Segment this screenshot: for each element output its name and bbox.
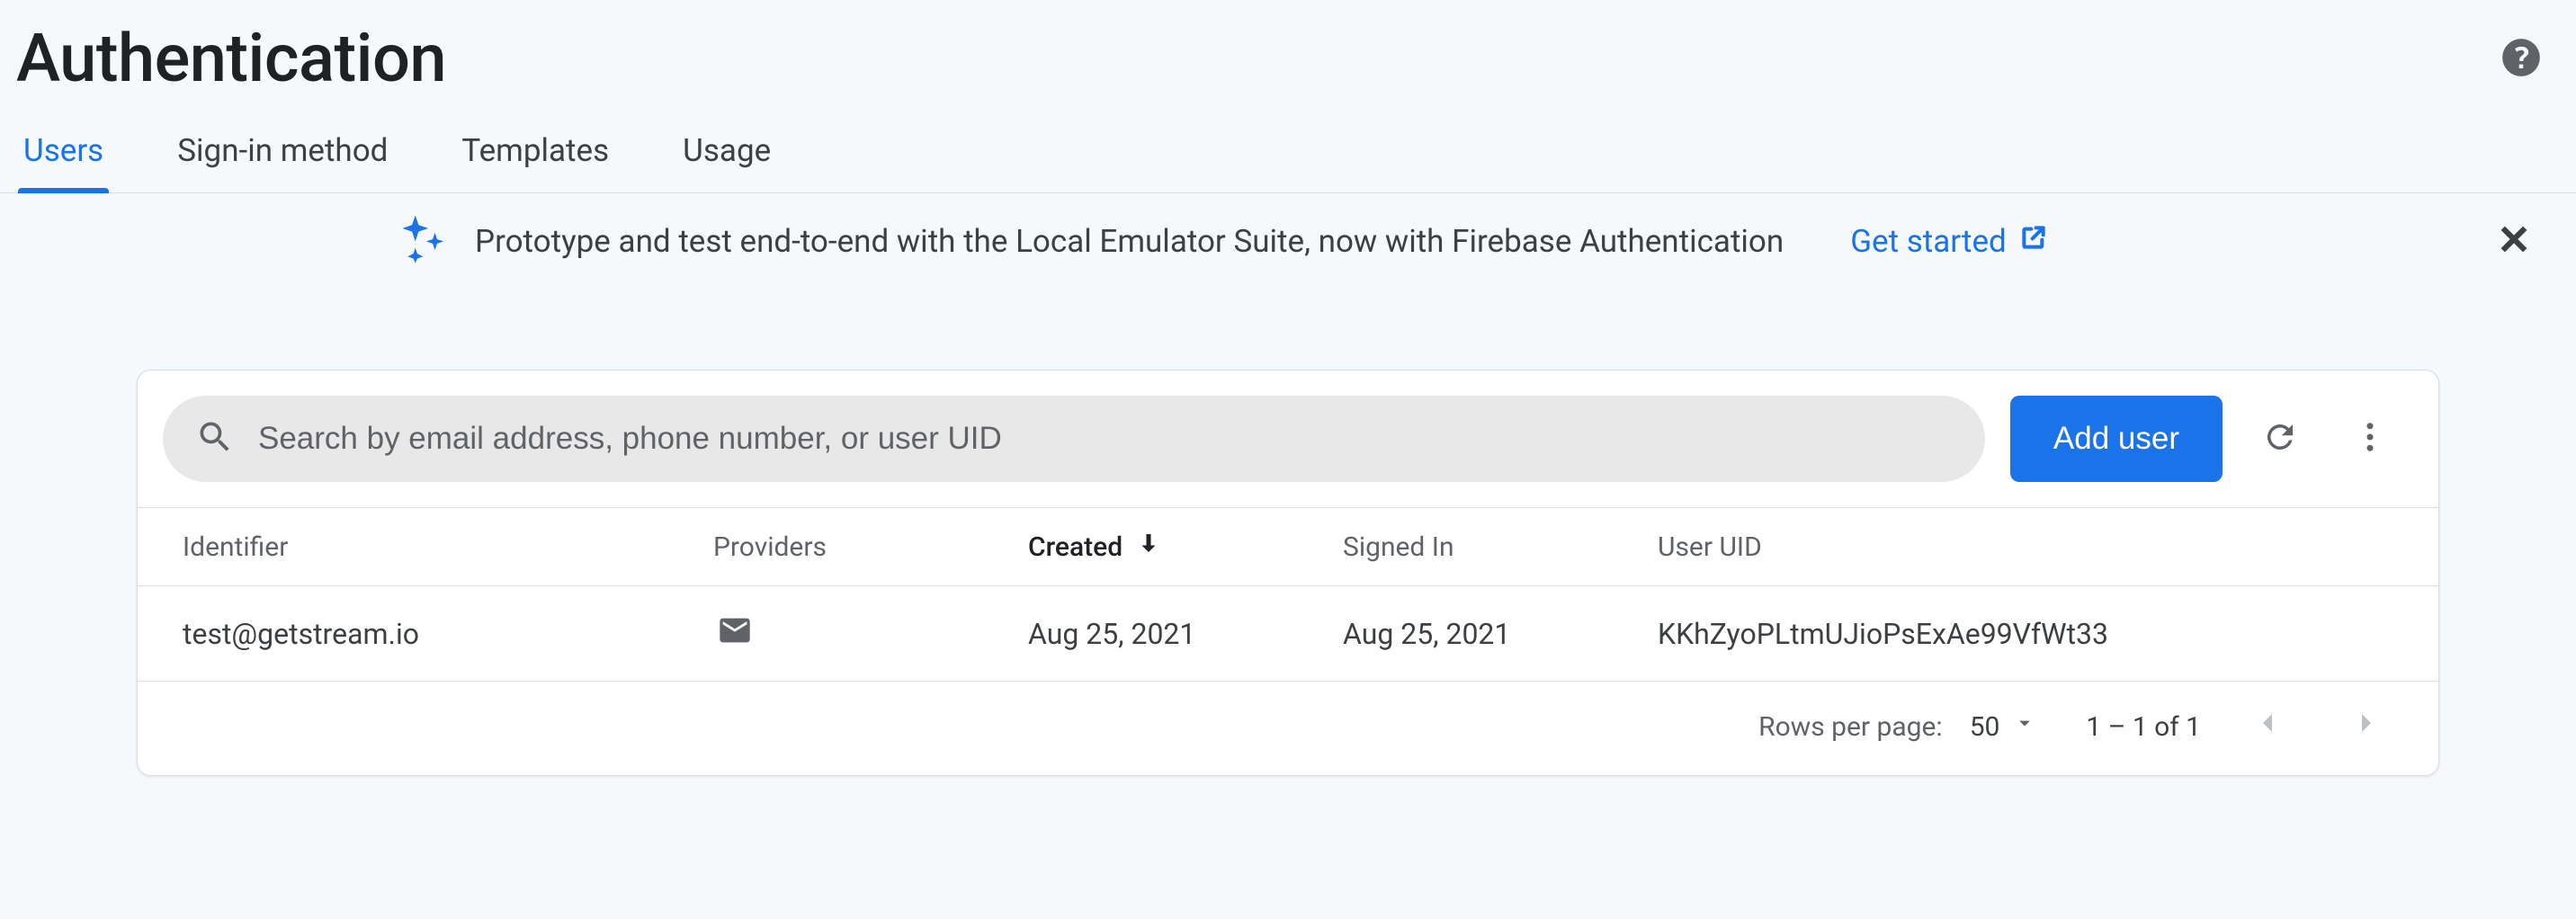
help-icon	[2499, 35, 2544, 84]
refresh-button[interactable]	[2248, 406, 2312, 471]
pagination: Rows per page: 50 1 – 1 of 1	[138, 682, 2438, 775]
tab-usage[interactable]: Usage	[677, 120, 776, 192]
email-icon	[713, 621, 756, 656]
search-field[interactable]	[163, 396, 1985, 482]
page-nav	[2250, 705, 2384, 748]
col-label: Identifier	[183, 531, 288, 563]
header: Authentication	[0, 0, 2576, 103]
rows-per-page-select[interactable]: 50	[1970, 710, 2038, 743]
col-user-uid[interactable]: User UID	[1658, 531, 2393, 563]
users-table: Identifier Providers Created Signed In	[138, 507, 2438, 682]
page-root: Authentication Users Sign-in method Temp…	[0, 0, 2576, 776]
chevron-down-icon	[2012, 710, 2037, 743]
rows-per-page-value: 50	[1970, 711, 2000, 743]
tabs: Users Sign-in method Templates Usage	[0, 103, 2576, 193]
tab-label: Usage	[683, 132, 771, 169]
cell-uid: KKhZyoPLtmUJioPsExAe99VfWt33	[1658, 617, 2393, 651]
col-label: User UID	[1658, 531, 1762, 563]
next-page-button[interactable]	[2348, 705, 2384, 748]
cell-signed-in: Aug 25, 2021	[1343, 617, 1658, 651]
banner-text: Prototype and test end-to-end with the L…	[475, 223, 1784, 260]
card-wrap: Add user Identifier	[0, 289, 2576, 776]
table-header: Identifier Providers Created Signed In	[138, 507, 2438, 586]
users-card: Add user Identifier	[137, 370, 2439, 776]
sort-desc-icon	[1135, 530, 1162, 564]
banner-close-button[interactable]	[2495, 220, 2533, 262]
refresh-icon	[2261, 418, 2299, 460]
col-providers[interactable]: Providers	[713, 531, 1028, 563]
chevron-left-icon	[2250, 717, 2285, 748]
col-label: Signed In	[1343, 531, 1454, 563]
add-user-button[interactable]: Add user	[2010, 396, 2223, 482]
tab-label: Templates	[461, 132, 609, 169]
emulator-banner: Prototype and test end-to-end with the L…	[0, 193, 2576, 289]
search-icon	[195, 417, 235, 460]
tab-label: Sign-in method	[177, 132, 388, 169]
col-label: Providers	[713, 531, 827, 563]
prev-page-button[interactable]	[2250, 705, 2285, 748]
tab-templates[interactable]: Templates	[456, 120, 614, 192]
external-link-icon	[2019, 223, 2048, 260]
card-toolbar: Add user	[138, 370, 2438, 507]
tab-users[interactable]: Users	[18, 120, 109, 192]
tab-label: Users	[23, 132, 103, 169]
close-icon	[2495, 245, 2533, 262]
rows-per-page: Rows per page: 50	[1758, 710, 2037, 743]
col-identifier[interactable]: Identifier	[183, 531, 713, 563]
help-button[interactable]	[2499, 35, 2544, 84]
more-options-button[interactable]	[2338, 406, 2402, 471]
search-input[interactable]	[258, 421, 1953, 457]
table-row[interactable]: test@getstream.io Aug 25, 2021 Aug 25, 2…	[138, 586, 2438, 682]
add-user-label: Add user	[2053, 421, 2179, 456]
rows-per-page-label: Rows per page:	[1758, 711, 1943, 743]
col-signed-in[interactable]: Signed In	[1343, 531, 1658, 563]
page-range: 1 – 1 of 1	[2086, 711, 2201, 743]
cell-created: Aug 25, 2021	[1028, 617, 1343, 651]
banner-get-started-link[interactable]: Get started	[1850, 223, 2048, 260]
col-created[interactable]: Created	[1028, 530, 1343, 564]
cell-providers	[713, 612, 1028, 656]
chevron-right-icon	[2348, 717, 2384, 748]
cell-identifier: test@getstream.io	[183, 617, 713, 651]
sparkle-icon	[396, 213, 448, 269]
page-title: Authentication	[16, 20, 446, 98]
more-vertical-icon	[2351, 418, 2389, 460]
tab-signin-method[interactable]: Sign-in method	[172, 120, 393, 192]
banner-link-label: Get started	[1850, 223, 2007, 260]
col-label: Created	[1028, 531, 1123, 563]
